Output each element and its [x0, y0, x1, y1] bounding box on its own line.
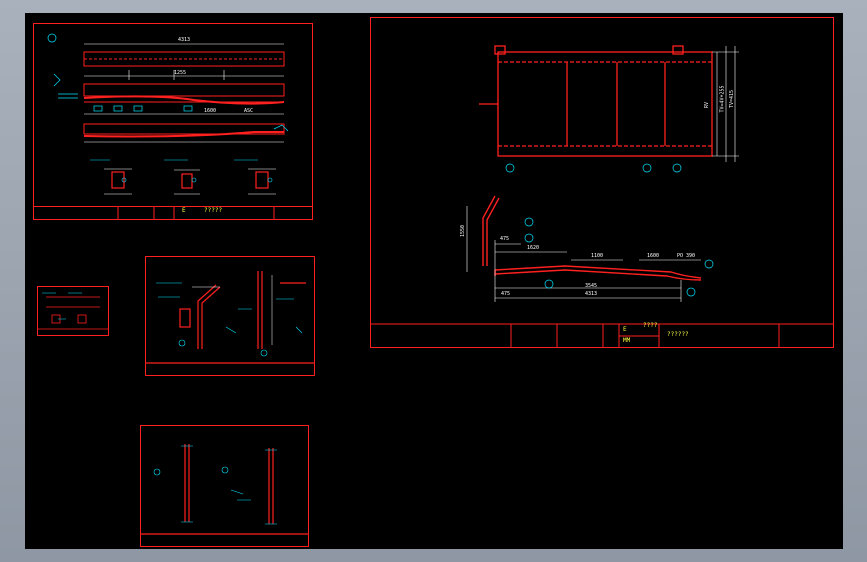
- dim-po-offset: PO 390: [677, 253, 696, 259]
- dim-width-total: TV=4V+255: [719, 85, 726, 113]
- title-block-name: ?????: [204, 207, 223, 214]
- title-block-drawing-number: ??????: [667, 331, 689, 338]
- cad-model-space[interactable]: 4313 1255 1600 ASC E ????? 1550 475 1620…: [25, 13, 843, 549]
- dim-total-length: 4313: [585, 291, 598, 297]
- sheet-thumbnail-frame: [37, 286, 109, 336]
- dim-mid-length: 1100: [591, 253, 604, 259]
- sheet-assembly-frame: 1550 475 1620 1100 1600 PO 390 3545 475 …: [370, 17, 834, 348]
- frame-bracket-drawing: [146, 271, 314, 364]
- dim-height: 1550: [460, 224, 467, 238]
- dim-width-ref: RV: [704, 101, 711, 109]
- dim-front-overhang: 475: [500, 236, 510, 242]
- title-block-scale: E: [623, 326, 627, 333]
- frame-post-drawing: [141, 444, 308, 535]
- sheet-post-frame: [140, 425, 309, 547]
- title-block-name: ????: [643, 322, 658, 329]
- frame-assembly-drawing: [371, 45, 833, 347]
- dim-ramp-length: 1620: [527, 245, 540, 251]
- dim-callout: ASC: [244, 108, 254, 114]
- sheet-detail-frame: 4313 1255 1600 ASC E ?????: [33, 23, 313, 220]
- frame-thumbnail-drawing: [38, 292, 108, 330]
- title-block-scale: E: [182, 207, 186, 214]
- dim-rear-section: 1600: [647, 253, 660, 259]
- frame-detail-drawing: [47, 33, 289, 195]
- dim-front-span: 1600: [204, 108, 217, 114]
- dim-width-inner: TV=415: [729, 89, 736, 109]
- dim-middle-span: 1255: [174, 70, 187, 76]
- title-block-material: MM: [623, 337, 631, 344]
- title-block: E ?????: [34, 206, 312, 219]
- dim-deck-length: 3545: [585, 283, 598, 289]
- sheet-bracket-frame: [145, 256, 315, 376]
- dim-rear-overhang: 475: [501, 291, 511, 297]
- dim-overall-length: 4313: [178, 37, 191, 43]
